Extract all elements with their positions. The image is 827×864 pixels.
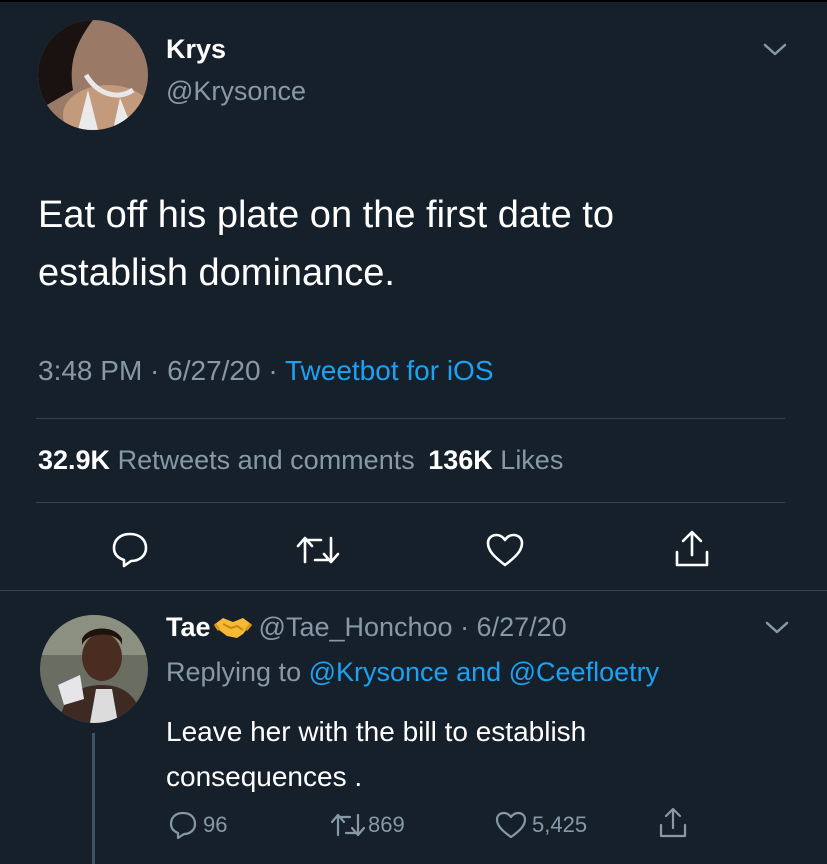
reply-header: Tae @Tae_Honchoo · 6/27/20 bbox=[166, 612, 567, 647]
main-source-link[interactable]: Tweetbot for iOS bbox=[285, 355, 494, 386]
chevron-down-icon[interactable] bbox=[762, 40, 788, 60]
handshake-emoji bbox=[213, 614, 253, 647]
main-handle[interactable]: @Krysonce bbox=[166, 76, 306, 107]
replying-and: and bbox=[448, 657, 509, 687]
replying-user-ceefloetry[interactable]: @Ceefloetry bbox=[509, 657, 659, 687]
reply-handle-date[interactable]: @Tae_Honchoo · 6/27/20 bbox=[259, 612, 567, 642]
reply-retweet-icon[interactable] bbox=[330, 811, 366, 839]
reply-icon[interactable] bbox=[110, 530, 150, 568]
reply-tweet-line1: Leave her with the bill to establish bbox=[166, 716, 587, 747]
reply-display-name[interactable]: Tae bbox=[166, 612, 211, 642]
replying-prefix: Replying to bbox=[166, 657, 309, 687]
thread-line bbox=[92, 733, 95, 864]
divider-1 bbox=[36, 418, 785, 419]
main-timestamp: 3:48 PM · 6/27/20 · bbox=[38, 355, 285, 386]
reply-tweet-text: Leave her with the bill to establish con… bbox=[166, 709, 586, 799]
reply-like-count[interactable]: 5,425 bbox=[532, 812, 587, 838]
main-tweet-text: Eat off his plate on the first date to e… bbox=[38, 186, 798, 302]
reply-retweet-count[interactable]: 869 bbox=[368, 812, 405, 838]
reply-tweet-line2: consequences . bbox=[166, 761, 363, 792]
tae-avatar[interactable] bbox=[40, 615, 148, 723]
reply-share-icon[interactable] bbox=[657, 806, 689, 840]
avatar-photo bbox=[40, 615, 148, 723]
main-timestamp-row: 3:48 PM · 6/27/20 · Tweetbot for iOS bbox=[38, 355, 494, 387]
divider-2 bbox=[36, 502, 785, 503]
main-stats-row: 32.9K Retweets and comments 136K Likes bbox=[38, 445, 563, 476]
retweets-label[interactable]: Retweets and comments bbox=[118, 445, 415, 475]
main-tweet-line2: establish dominance. bbox=[38, 252, 395, 294]
krys-avatar[interactable] bbox=[38, 20, 148, 130]
share-icon[interactable] bbox=[672, 528, 712, 570]
reply-reply-icon[interactable] bbox=[168, 810, 198, 840]
reply-chevron-down-icon[interactable] bbox=[764, 618, 790, 638]
retweet-icon[interactable] bbox=[295, 532, 341, 568]
replying-to-row: Replying to @Krysonce and @Ceefloetry bbox=[166, 657, 659, 688]
section-divider bbox=[0, 590, 827, 591]
main-tweet-line1: Eat off his plate on the first date to bbox=[38, 194, 614, 236]
main-display-name[interactable]: Krys bbox=[166, 34, 226, 65]
reply-heart-icon[interactable] bbox=[495, 810, 527, 840]
likes-label[interactable]: Likes bbox=[500, 445, 563, 475]
likes-count[interactable]: 136K bbox=[428, 445, 493, 475]
heart-icon[interactable] bbox=[485, 532, 525, 568]
reply-count[interactable]: 96 bbox=[203, 812, 227, 838]
replying-user-krysonce[interactable]: @Krysonce bbox=[309, 657, 449, 687]
retweets-count[interactable]: 32.9K bbox=[38, 445, 110, 475]
top-border bbox=[0, 0, 827, 2]
avatar-photo bbox=[38, 20, 148, 130]
